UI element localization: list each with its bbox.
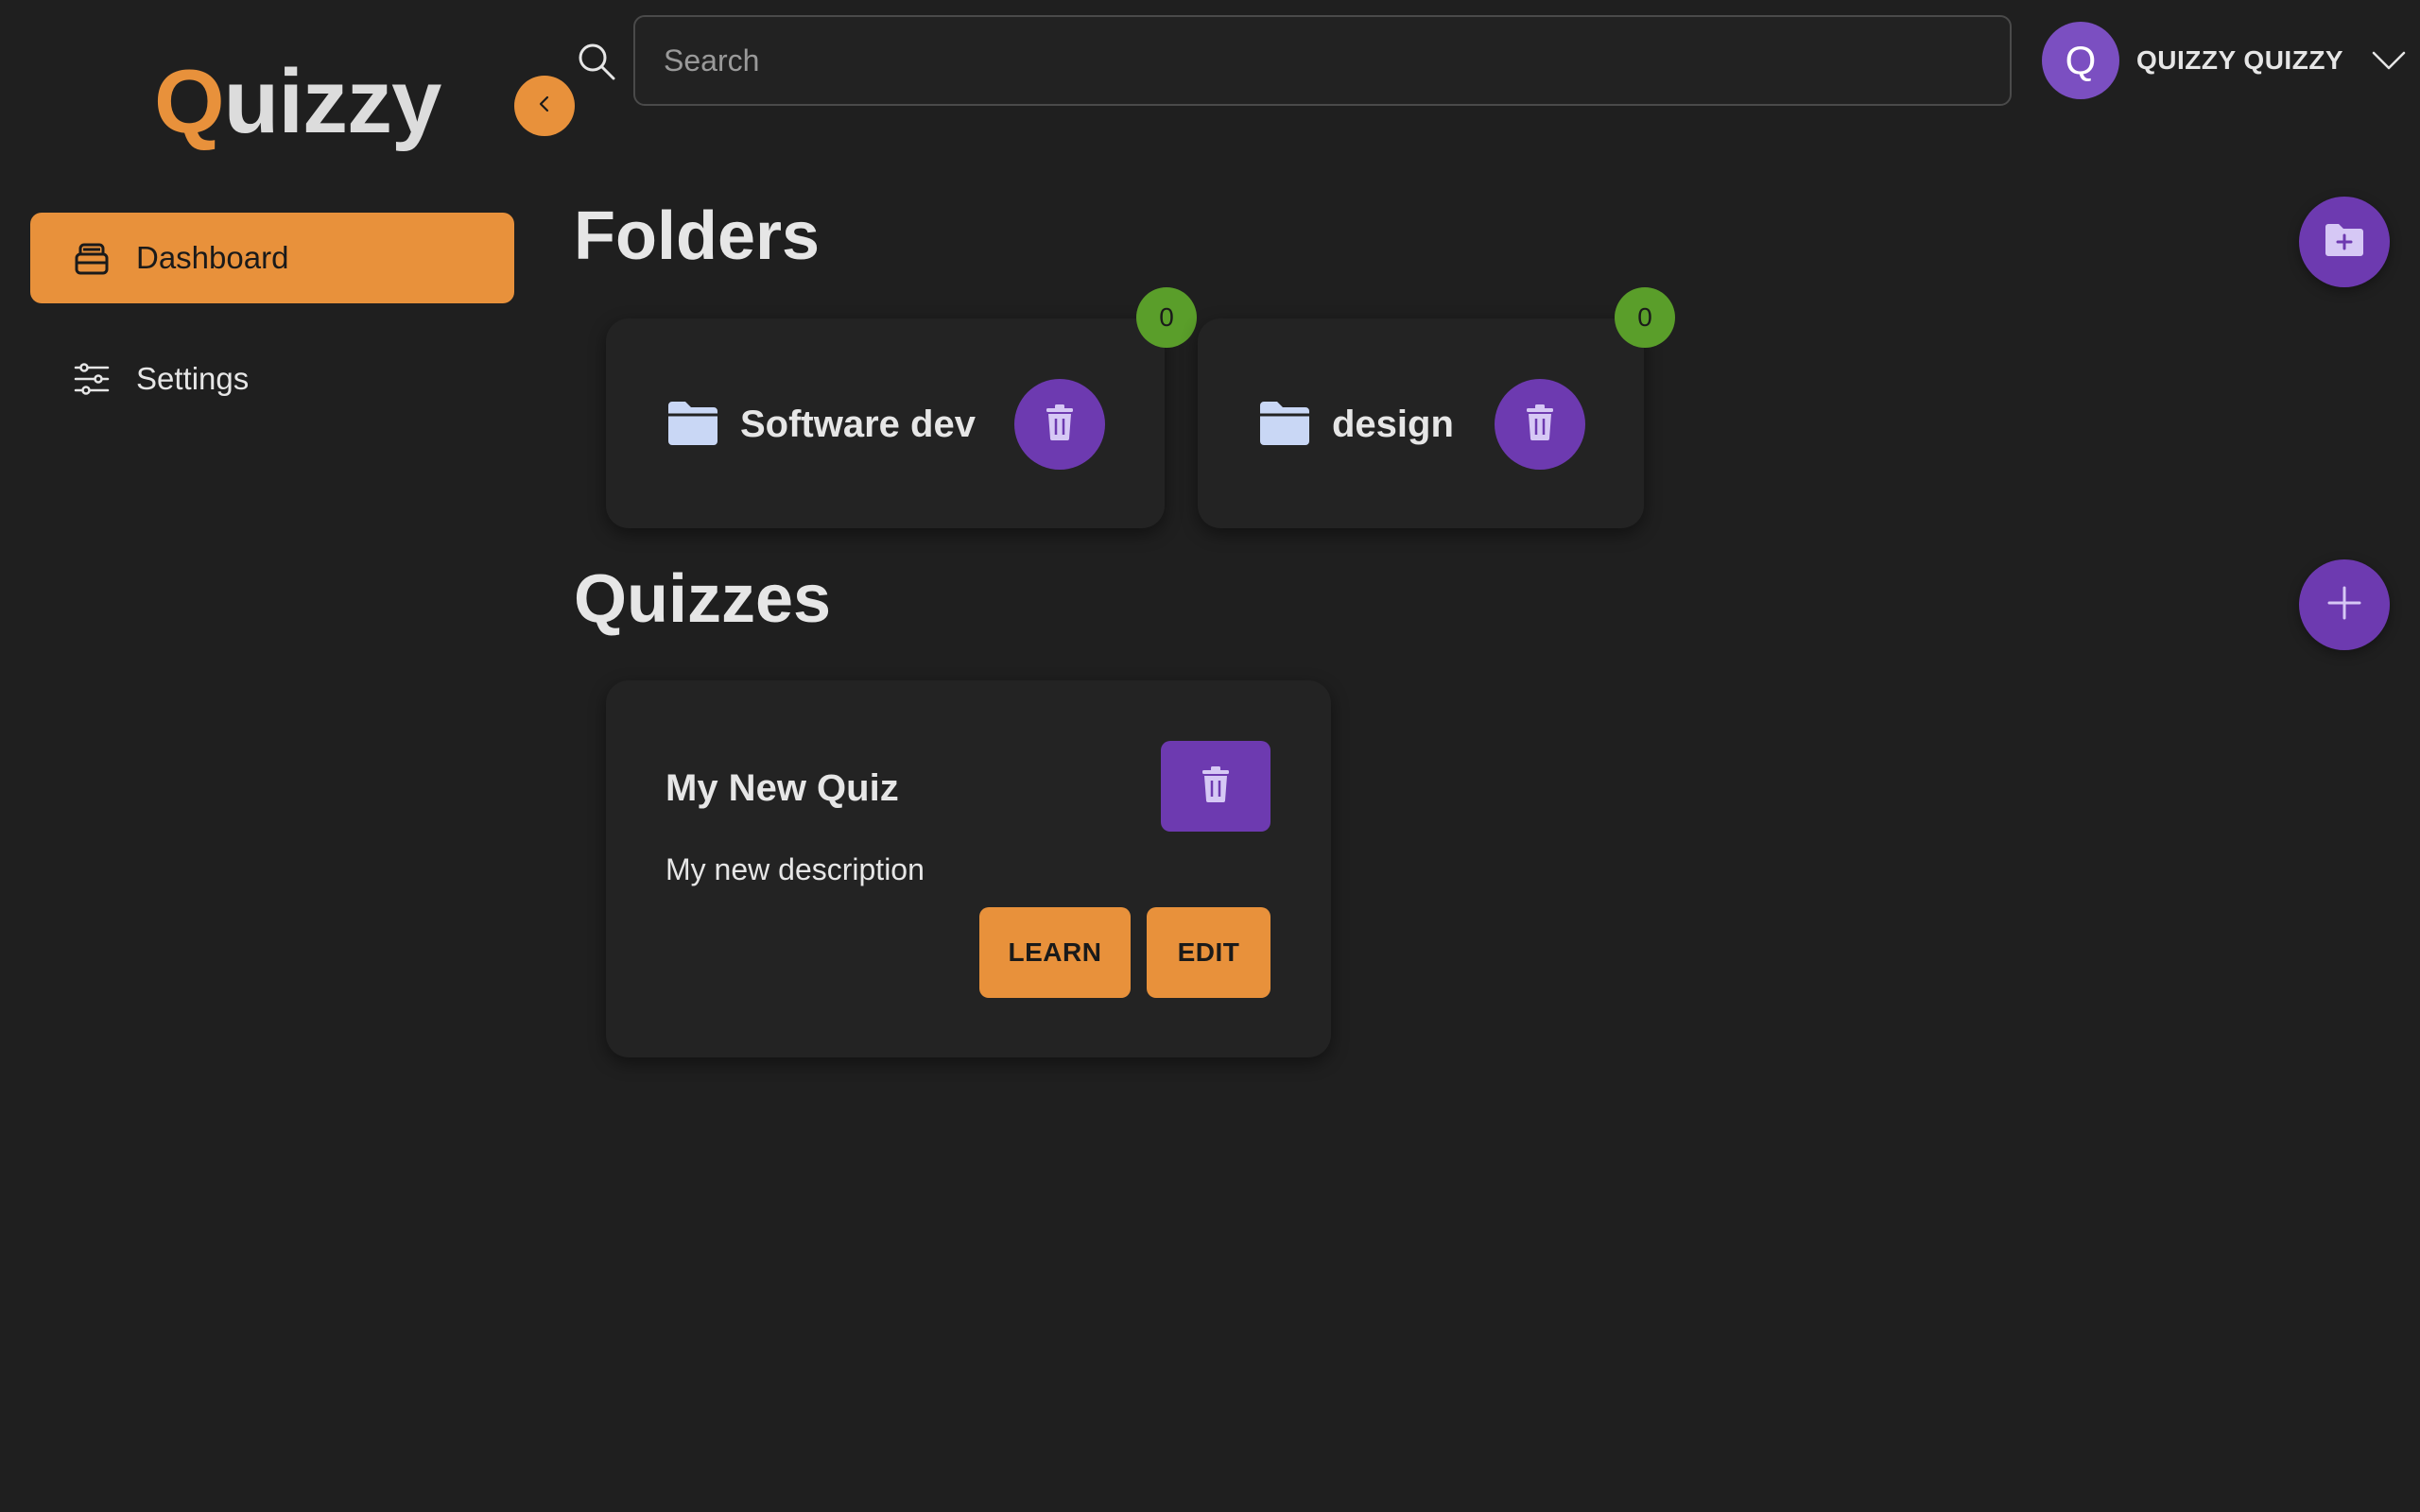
- quiz-card[interactable]: My New Quiz My new description LEARN EDI…: [606, 680, 1331, 1057]
- quizzes-heading: Quizzes: [574, 561, 832, 637]
- search-input[interactable]: [633, 15, 2012, 106]
- trash-icon: [1200, 765, 1232, 808]
- search-icon: [577, 42, 616, 81]
- folder-name: Software dev: [740, 404, 976, 445]
- sidebar: Quizzy Dashboard Settings: [0, 0, 544, 1512]
- user-name: QUIZZY QUIZZY: [2136, 45, 2344, 75]
- logo-text: uizzy: [223, 51, 442, 152]
- chevron-left-icon: [533, 93, 556, 120]
- folder-count-badge: 0: [1615, 287, 1675, 348]
- delete-folder-button[interactable]: [1495, 379, 1585, 470]
- sidebar-item-label: Dashboard: [136, 240, 289, 275]
- avatar: Q: [2042, 22, 2119, 99]
- folder-icon: [1258, 400, 1311, 447]
- quiz-title: My New Quiz: [666, 767, 899, 809]
- add-quiz-button[interactable]: [2299, 559, 2390, 650]
- logo-letter-q: Q: [154, 51, 225, 152]
- folder-card[interactable]: design 0: [1198, 287, 1675, 528]
- plus-icon: [2325, 584, 2363, 627]
- delete-quiz-button[interactable]: [1161, 741, 1270, 832]
- app-logo[interactable]: Quizzy: [154, 57, 441, 147]
- collapse-sidebar-button[interactable]: [514, 76, 575, 136]
- delete-folder-button[interactable]: [1014, 379, 1105, 470]
- chevron-down-icon: [2370, 42, 2408, 79]
- add-folder-button[interactable]: [2299, 197, 2390, 287]
- sliders-icon: [70, 357, 113, 401]
- folder-icon: [666, 400, 719, 447]
- sidebar-item-label: Settings: [136, 361, 250, 396]
- folder-name: design: [1332, 404, 1454, 445]
- sidebar-item-dashboard[interactable]: Dashboard: [30, 213, 514, 303]
- sidebar-item-settings[interactable]: Settings: [30, 334, 514, 424]
- trash-icon: [1044, 404, 1076, 446]
- learn-button[interactable]: LEARN: [979, 907, 1131, 998]
- quiz-description: My new description: [666, 852, 925, 886]
- user-menu[interactable]: Q QUIZZY QUIZZY: [2042, 22, 2408, 99]
- trash-icon: [1524, 404, 1556, 446]
- edit-button[interactable]: EDIT: [1147, 907, 1270, 998]
- folder-card[interactable]: Software dev 0: [606, 287, 1197, 528]
- folder-plus-icon: [2323, 221, 2366, 264]
- folder-count-badge: 0: [1136, 287, 1197, 348]
- folders-heading: Folders: [574, 198, 821, 274]
- stack-icon: [70, 236, 113, 280]
